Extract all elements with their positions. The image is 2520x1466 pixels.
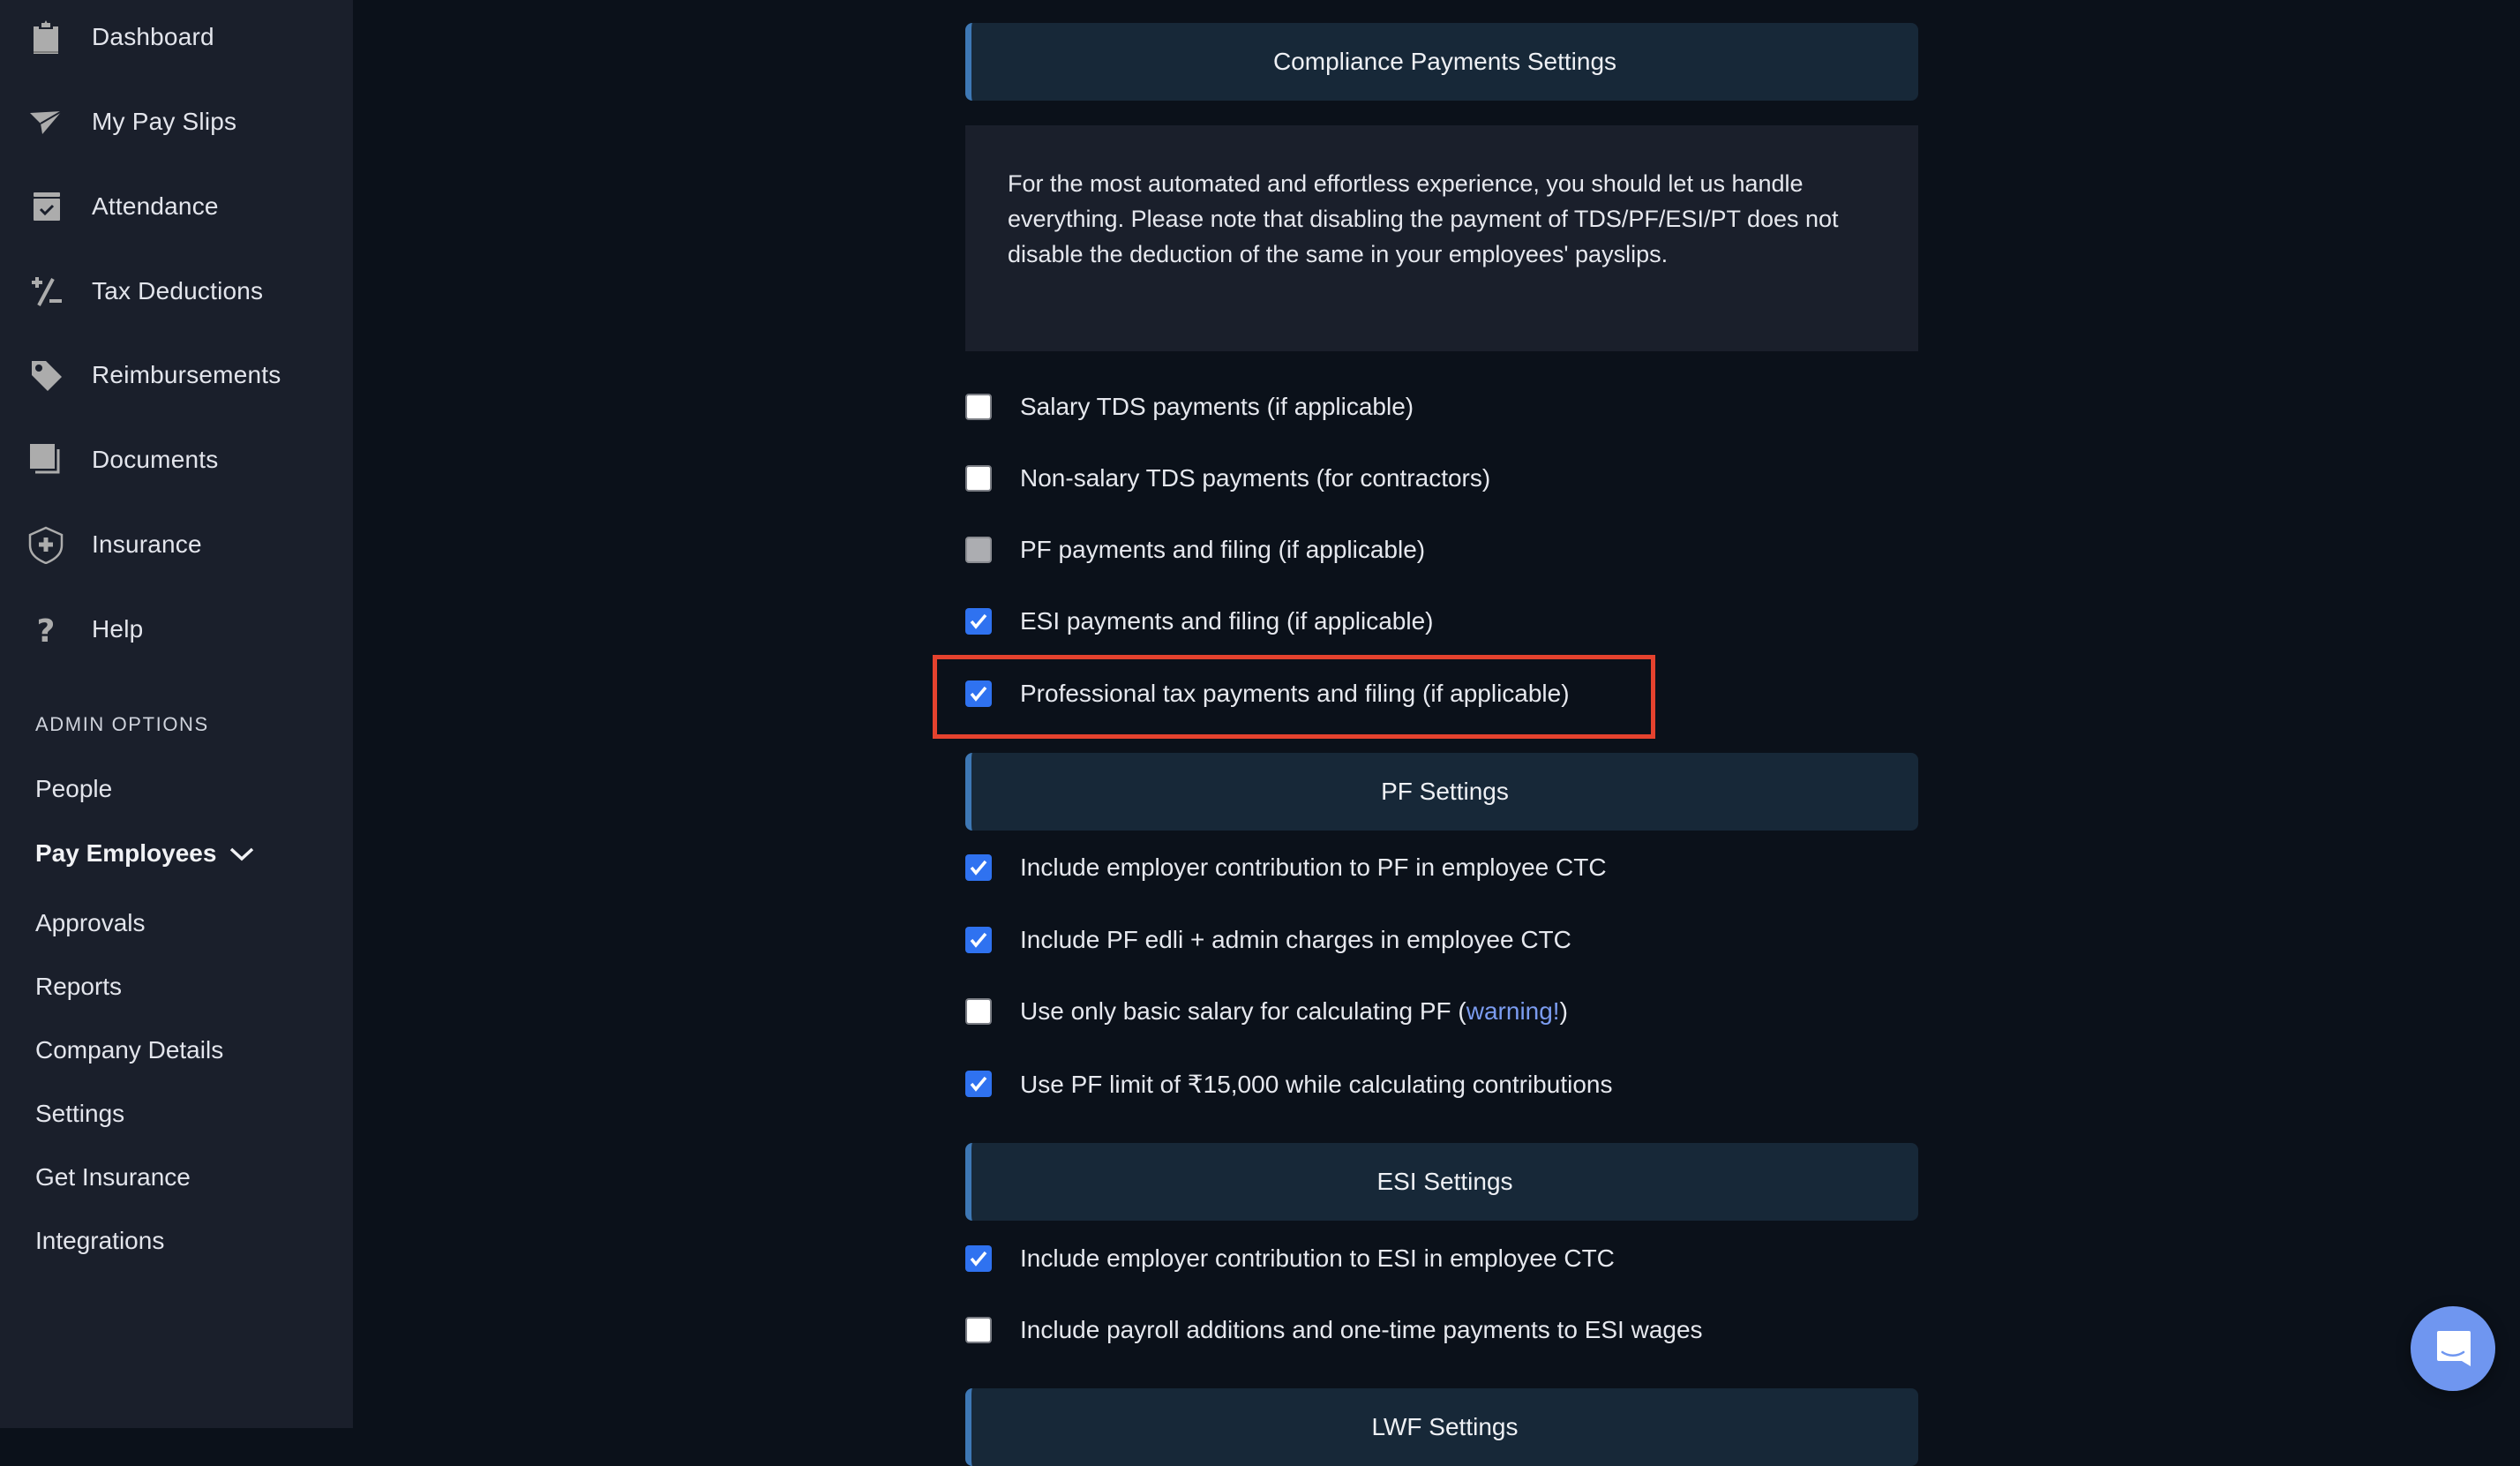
check-icon	[970, 1251, 987, 1267]
sidebar-item-company-details[interactable]: Company Details	[35, 1031, 223, 1070]
check-icon	[970, 686, 987, 702]
chat-launcher-button[interactable]	[2411, 1306, 2495, 1391]
sidebar-item-label: Tax Deductions	[92, 277, 264, 304]
option-label: Include employer contribution to ESI in …	[1020, 1244, 1615, 1272]
option-pf-edli-admin[interactable]: Include PF edli + admin charges in emplo…	[965, 921, 1571, 959]
checkbox[interactable]	[965, 465, 992, 492]
question-icon: ?	[26, 610, 65, 649]
check-icon	[970, 932, 987, 948]
option-pf-payments[interactable]: PF payments and filing (if applicable)	[965, 530, 1425, 569]
lwf-section-header: LWF Settings	[965, 1388, 1918, 1466]
sidebar-item-label: My Pay Slips	[92, 108, 237, 135]
sidebar-item-reports[interactable]: Reports	[35, 967, 122, 1006]
option-label-suffix: )	[1559, 997, 1568, 1025]
sidebar-item-pay-employees[interactable]: Pay Employees	[35, 834, 255, 873]
compliance-info-text: For the most automated and effortless ex…	[1008, 170, 1839, 267]
option-pf-employer-contribution[interactable]: Include employer contribution to PF in e…	[965, 848, 1607, 887]
checkbox-checked[interactable]	[965, 1245, 992, 1272]
check-icon	[970, 613, 987, 629]
checkbox-checked[interactable]	[965, 854, 992, 881]
sidebar-item-tax-deductions[interactable]: Tax Deductions	[0, 265, 353, 318]
sidebar: Dashboard My Pay Slips Attendance Tax De…	[0, 0, 353, 1428]
svg-text:?: ?	[37, 613, 56, 649]
pf-section-header: PF Settings	[965, 753, 1918, 831]
option-label: ESI payments and filing (if applicable)	[1020, 607, 1434, 635]
chevron-down-icon	[230, 847, 254, 861]
option-label: Salary TDS payments (if applicable)	[1020, 393, 1414, 420]
checkbox-checked[interactable]	[965, 1071, 992, 1097]
option-esi-payroll-additions[interactable]: Include payroll additions and one-time p…	[965, 1311, 1703, 1349]
sidebar-item-approvals[interactable]: Approvals	[35, 904, 146, 943]
calendar-check-icon	[26, 187, 65, 226]
checkbox[interactable]	[965, 998, 992, 1025]
option-label-prefix: Use only basic salary for calculating PF…	[1020, 997, 1466, 1025]
check-icon	[970, 860, 987, 876]
option-professional-tax[interactable]: Professional tax payments and filing (if…	[965, 674, 1570, 713]
sidebar-item-get-insurance[interactable]: Get Insurance	[35, 1158, 191, 1197]
option-label: PF payments and filing (if applicable)	[1020, 536, 1426, 563]
option-pf-basic-salary[interactable]: Use only basic salary for calculating PF…	[965, 992, 1568, 1031]
checkbox-checked[interactable]	[965, 927, 992, 953]
sidebar-item-my-pay-slips[interactable]: My Pay Slips	[0, 95, 353, 148]
chat-bubble-icon	[2437, 1331, 2471, 1366]
checkbox-checked[interactable]	[965, 680, 992, 707]
checkbox[interactable]	[965, 394, 992, 420]
sidebar-item-label: Help	[92, 615, 144, 643]
option-non-salary-tds[interactable]: Non-salary TDS payments (for contractors…	[965, 459, 1490, 498]
warning-link[interactable]: warning!	[1466, 997, 1560, 1025]
checkbox-disabled[interactable]	[965, 537, 992, 563]
sidebar-item-label: Dashboard	[92, 23, 214, 50]
option-label: Use only basic salary for calculating PF…	[1020, 997, 1568, 1026]
clipboard-icon	[26, 18, 65, 56]
sidebar-item-documents[interactable]: Documents	[0, 433, 353, 486]
option-label: Include payroll additions and one-time p…	[1020, 1316, 1703, 1343]
compliance-info-box: For the most automated and effortless ex…	[965, 125, 1918, 351]
sidebar-item-settings[interactable]: Settings	[35, 1094, 124, 1133]
sidebar-item-dashboard[interactable]: Dashboard	[0, 11, 353, 64]
check-icon	[970, 1076, 987, 1092]
sidebar-item-label: Documents	[92, 446, 219, 473]
sidebar-item-attendance[interactable]: Attendance	[0, 180, 353, 233]
plus-minus-icon	[26, 272, 65, 311]
option-pf-limit[interactable]: Use PF limit of ₹15,000 while calculatin…	[965, 1064, 1612, 1103]
tag-icon	[26, 356, 65, 395]
option-label: Non-salary TDS payments (for contractors…	[1020, 464, 1491, 492]
checkbox-checked[interactable]	[965, 608, 992, 635]
compliance-section-header: Compliance Payments Settings	[965, 23, 1918, 101]
sidebar-item-label: Insurance	[92, 530, 202, 558]
sidebar-item-integrations[interactable]: Integrations	[35, 1222, 164, 1260]
shield-plus-icon	[26, 525, 65, 564]
sidebar-item-label: Reimbursements	[92, 361, 281, 388]
checkbox[interactable]	[965, 1317, 992, 1343]
sidebar-item-label: Pay Employees	[35, 839, 217, 867]
option-label: Use PF limit of ₹15,000 while calculatin…	[1020, 1070, 1613, 1098]
admin-options-heading: ADMIN OPTIONS	[35, 713, 209, 735]
option-label: Include PF edli + admin charges in emplo…	[1020, 926, 1571, 953]
option-esi-payments[interactable]: ESI payments and filing (if applicable)	[965, 602, 1433, 641]
sidebar-item-label: Attendance	[92, 192, 219, 220]
option-label: Professional tax payments and filing (if…	[1020, 680, 1570, 707]
sidebar-item-insurance[interactable]: Insurance	[0, 518, 353, 571]
documents-icon	[26, 440, 65, 479]
sidebar-item-people[interactable]: People	[35, 770, 112, 808]
option-salary-tds[interactable]: Salary TDS payments (if applicable)	[965, 387, 1414, 426]
sidebar-item-reimbursements[interactable]: Reimbursements	[0, 349, 353, 402]
option-label: Include employer contribution to PF in e…	[1020, 853, 1607, 881]
sidebar-item-help[interactable]: ? Help	[0, 603, 353, 656]
esi-section-header: ESI Settings	[965, 1143, 1918, 1221]
paper-plane-icon	[26, 102, 65, 141]
option-esi-employer-contribution[interactable]: Include employer contribution to ESI in …	[965, 1239, 1615, 1278]
